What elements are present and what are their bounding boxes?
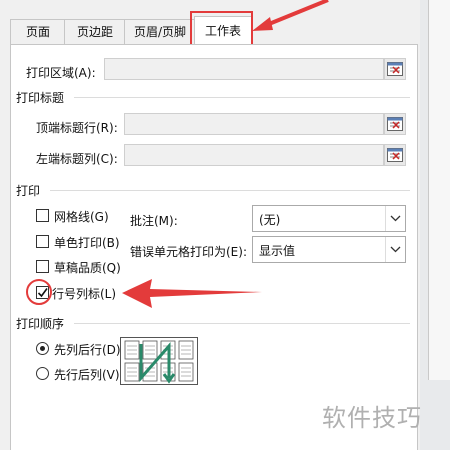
down-then-over-label: 先列后行(D) xyxy=(54,343,121,357)
cell-errors-select[interactable]: 显示值 xyxy=(252,236,406,263)
cell-errors-label: 错误单元格打印为(E): xyxy=(130,245,247,259)
tab-margins[interactable]: 页边距 xyxy=(64,19,126,44)
section-divider xyxy=(50,190,410,191)
tab-header-footer[interactable]: 页眉/页脚 xyxy=(124,19,196,44)
print-titles-heading: 打印标题 xyxy=(16,91,65,105)
top-rows-field[interactable] xyxy=(124,113,384,135)
print-area-label: 打印区域(A): xyxy=(26,66,96,80)
watermark-text: 软件技巧 xyxy=(322,404,422,432)
row-col-headings-checkbox[interactable] xyxy=(36,286,49,299)
comments-select[interactable]: (无) xyxy=(252,205,406,232)
page-order-heading: 打印顺序 xyxy=(16,317,65,331)
tab-page[interactable]: 页面 xyxy=(10,19,66,44)
left-columns-collapse-button[interactable] xyxy=(384,144,406,166)
top-rows-collapse-button[interactable] xyxy=(384,113,406,135)
left-columns-label: 左端标题列(C): xyxy=(36,152,118,166)
cell-errors-value: 显示值 xyxy=(259,244,296,258)
page-order-diagram-icon xyxy=(124,340,194,384)
comments-value: (无) xyxy=(259,213,281,227)
background-pane xyxy=(428,0,450,380)
print-heading: 打印 xyxy=(16,184,41,198)
black-white-label: 单色打印(B) xyxy=(54,236,120,250)
page-setup-dialog: 页面 页边距 页眉/页脚 工作表 打印区域(A): 打印标题 顶端标题行(R):… xyxy=(0,0,420,450)
checkmark-icon xyxy=(37,288,48,298)
row-col-headings-label: 行号列标(L) xyxy=(52,287,117,301)
background-window-edge xyxy=(420,0,450,450)
chevron-down-icon xyxy=(385,206,405,231)
top-rows-label: 顶端标题行(R): xyxy=(36,121,118,135)
draft-quality-checkbox[interactable] xyxy=(36,260,49,273)
gridlines-checkbox[interactable] xyxy=(36,209,49,222)
left-columns-field[interactable] xyxy=(124,144,384,166)
range-select-icon xyxy=(387,62,403,76)
print-area-field[interactable] xyxy=(104,58,384,80)
draft-quality-label: 草稿品质(Q) xyxy=(54,261,121,275)
print-area-collapse-button[interactable] xyxy=(384,58,406,80)
over-then-down-radio[interactable] xyxy=(36,367,49,380)
comments-label: 批注(M): xyxy=(130,214,178,228)
over-then-down-label: 先行后列(V) xyxy=(54,368,120,382)
section-divider xyxy=(74,323,410,324)
range-select-icon xyxy=(387,148,403,162)
range-select-icon xyxy=(387,117,403,131)
down-then-over-radio[interactable] xyxy=(36,342,49,355)
section-divider xyxy=(74,97,410,98)
black-white-checkbox[interactable] xyxy=(36,235,49,248)
page-order-preview xyxy=(120,337,198,385)
chevron-down-icon xyxy=(385,237,405,262)
gridlines-label: 网格线(G) xyxy=(54,210,109,224)
